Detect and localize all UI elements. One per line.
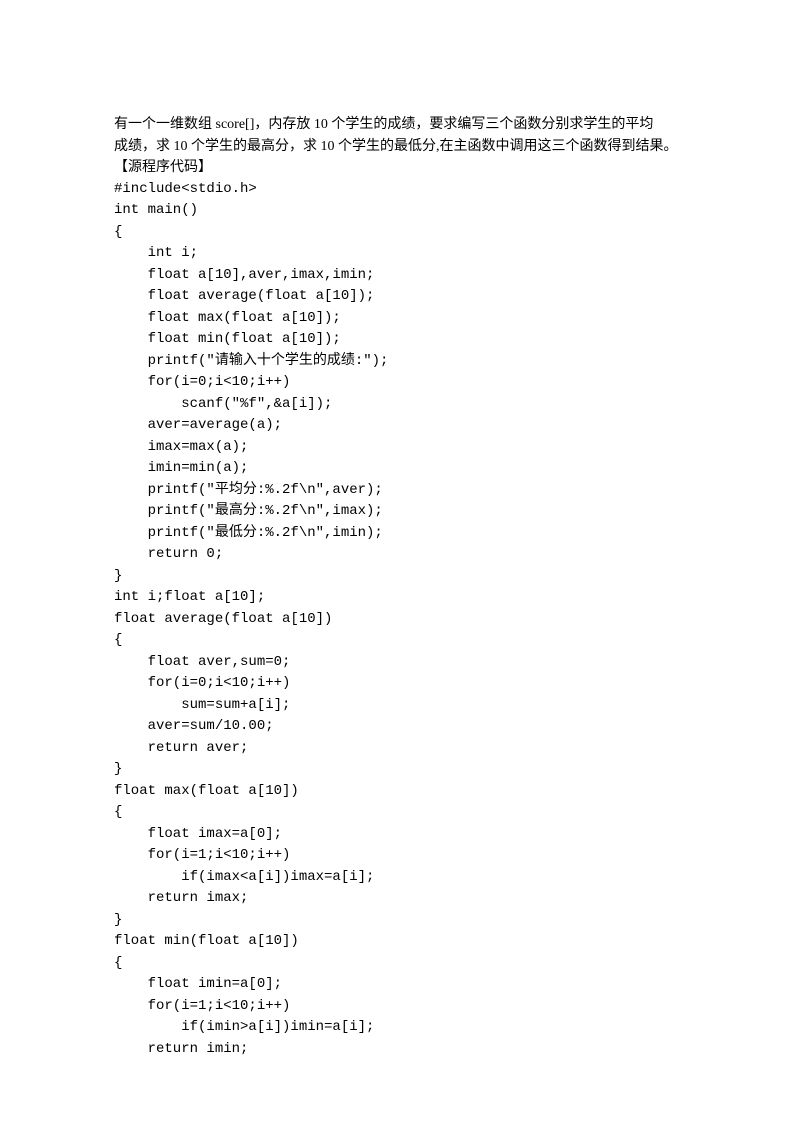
code-block: #include<stdio.h>int main(){ int i; floa… (114, 179, 703, 1061)
code-line: for(i=0;i<10;i++) (114, 673, 703, 695)
problem-text-line2: 成绩，求 10 个学生的最高分，求 10 个学生的最低分,在主函数中调用这三个函… (114, 136, 703, 158)
code-line: if(imin>a[i])imin=a[i]; (114, 1017, 703, 1039)
code-line: for(i=0;i<10;i++) (114, 372, 703, 394)
code-line: { (114, 630, 703, 652)
code-line: printf("最高分:%.2f\n",imax); (114, 501, 703, 523)
code-line: } (114, 566, 703, 588)
code-line: { (114, 802, 703, 824)
code-line: aver=sum/10.00; (114, 716, 703, 738)
code-line: #include<stdio.h> (114, 179, 703, 201)
code-line: float imin=a[0]; (114, 974, 703, 996)
code-line: printf("请输入十个学生的成绩:"); (114, 351, 703, 373)
code-line: int i;float a[10]; (114, 587, 703, 609)
code-line: } (114, 759, 703, 781)
code-line: if(imax<a[i])imax=a[i]; (114, 867, 703, 889)
code-line: for(i=1;i<10;i++) (114, 845, 703, 867)
code-line: return aver; (114, 738, 703, 760)
code-line: sum=sum+a[i]; (114, 695, 703, 717)
problem-text-line1: 有一个一维数组 score[]，内存放 10 个学生的成绩，要求编写三个函数分别… (114, 114, 703, 136)
code-line: int main() (114, 200, 703, 222)
code-line: float imax=a[0]; (114, 824, 703, 846)
code-line: return 0; (114, 544, 703, 566)
code-line: float a[10],aver,imax,imin; (114, 265, 703, 287)
code-line: float min(float a[10]) (114, 931, 703, 953)
code-line: imax=max(a); (114, 437, 703, 459)
source-code-label: 【源程序代码】 (114, 157, 703, 179)
code-line: printf("最低分:%.2f\n",imin); (114, 523, 703, 545)
code-line: } (114, 910, 703, 932)
code-line: int i; (114, 243, 703, 265)
code-line: aver=average(a); (114, 415, 703, 437)
code-line: printf("平均分:%.2f\n",aver); (114, 480, 703, 502)
code-line: for(i=1;i<10;i++) (114, 996, 703, 1018)
code-line: float average(float a[10]) (114, 609, 703, 631)
code-line: float average(float a[10]); (114, 286, 703, 308)
code-line: scanf("%f",&a[i]); (114, 394, 703, 416)
code-line: float aver,sum=0; (114, 652, 703, 674)
code-line: float min(float a[10]); (114, 329, 703, 351)
code-line: return imin; (114, 1039, 703, 1061)
code-line: { (114, 222, 703, 244)
code-line: imin=min(a); (114, 458, 703, 480)
code-line: { (114, 953, 703, 975)
code-line: return imax; (114, 888, 703, 910)
document-page: 有一个一维数组 score[]，内存放 10 个学生的成绩，要求编写三个函数分别… (0, 0, 793, 1060)
code-line: float max(float a[10]) (114, 781, 703, 803)
code-line: float max(float a[10]); (114, 308, 703, 330)
